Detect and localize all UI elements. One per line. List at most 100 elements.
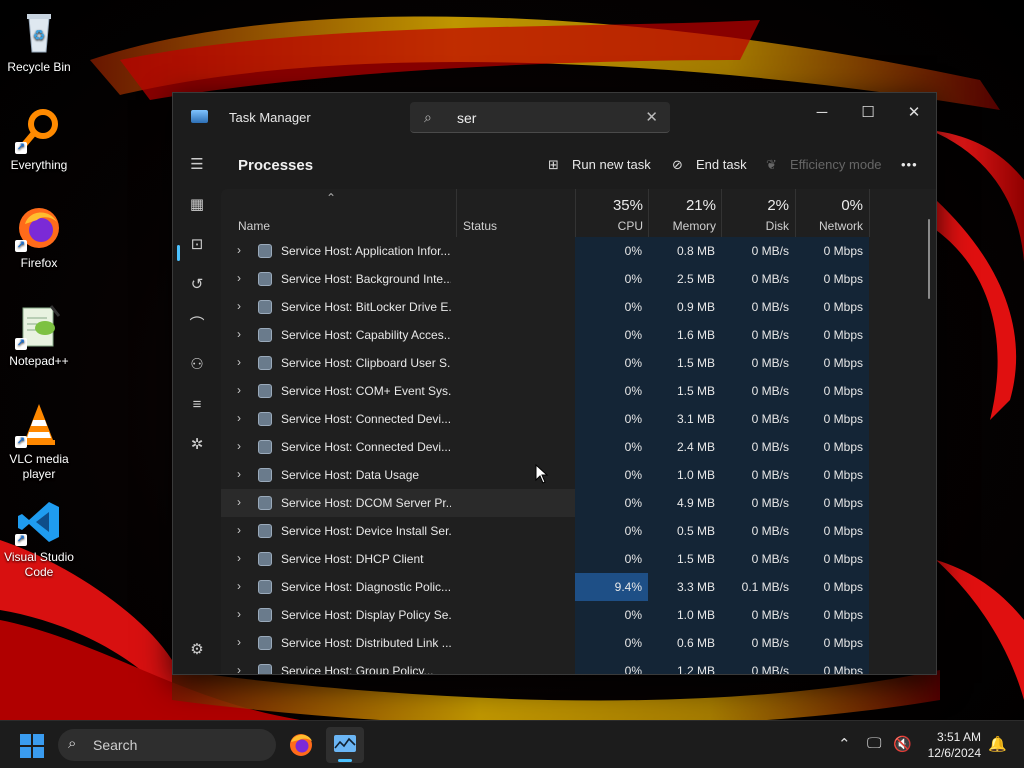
- hamburger-menu-icon[interactable]: ☰: [186, 154, 208, 176]
- processes-icon[interactable]: ▦: [186, 194, 208, 216]
- expand-chevron-icon[interactable]: ›: [237, 635, 241, 649]
- show-hidden-icons-chevron-icon[interactable]: ⌃: [838, 735, 851, 753]
- sort-ascending-icon: ⌃: [326, 191, 337, 205]
- expand-chevron-icon[interactable]: ›: [237, 467, 241, 481]
- startup-apps-icon[interactable]: ⌒: [186, 314, 208, 336]
- table-row[interactable]: › Service Host: Display Policy Se... 0% 1.0…: [221, 601, 869, 629]
- cpu-cell: 0%: [575, 545, 648, 573]
- table-row[interactable]: › Service Host: Distributed Link ... 0% 0.6…: [221, 629, 869, 657]
- firefox-icon: ↗: [15, 204, 63, 252]
- expand-chevron-icon[interactable]: ›: [237, 243, 241, 257]
- maximize-button[interactable]: ☐: [845, 99, 891, 129]
- more-options-button[interactable]: •••: [901, 157, 918, 172]
- table-row[interactable]: › Service Host: Background Inte... 0% 2.5 M…: [221, 265, 869, 293]
- expand-chevron-icon[interactable]: ›: [237, 607, 241, 621]
- table-row[interactable]: › Service Host: Connected Devi... 0% 2.4 MB…: [221, 433, 869, 461]
- memory-cell: 1.2 MB: [648, 657, 721, 674]
- disk-cell: 0 MB/s: [721, 489, 795, 517]
- network-cell: 0 Mbps: [795, 293, 869, 321]
- table-row[interactable]: › Service Host: Diagnostic Polic... 9.4% 3.…: [221, 573, 869, 601]
- taskbar-search[interactable]: ⌕ Search: [58, 729, 276, 761]
- vscode-icon: ↗: [15, 498, 63, 546]
- column-header-memory[interactable]: Memory: [648, 219, 716, 233]
- cpu-cell: 0%: [575, 293, 648, 321]
- desktop-icon-label: Notepad++: [9, 354, 69, 368]
- toolbar: Processes ⊞ Run new task ⊘ End task ❦ Effic…: [221, 141, 936, 189]
- taskbar-task-manager[interactable]: [326, 727, 364, 763]
- end-task-button[interactable]: ⊘ End task: [672, 157, 747, 173]
- column-divider: [456, 189, 457, 237]
- table-row[interactable]: › Service Host: DCOM Server Pr... 0% 4.9 MB…: [221, 489, 869, 517]
- details-icon[interactable]: ≡: [186, 394, 208, 416]
- network-icon[interactable]: 🖵: [867, 735, 881, 752]
- desktop-icon-notepad-plus-plus[interactable]: ↗ Notepad++: [4, 302, 74, 369]
- expand-chevron-icon[interactable]: ›: [237, 495, 241, 509]
- table-row[interactable]: › Service Host: DHCP Client 0% 1.5 MB 0 MB/s…: [221, 545, 869, 573]
- cpu-cell: 0%: [575, 629, 648, 657]
- table-row[interactable]: › Service Host: COM+ Event Sys... 0% 1.5 MB…: [221, 377, 869, 405]
- settings-gear-icon[interactable]: ⚙: [186, 639, 208, 661]
- table-row[interactable]: › Service Host: Group Policy... 0% 1.2 MB 0 …: [221, 657, 869, 674]
- network-cell: 0 Mbps: [795, 573, 869, 601]
- table-row[interactable]: › Service Host: Connected Devi... 0% 3.1 MB…: [221, 405, 869, 433]
- clear-search-icon[interactable]: ✕: [645, 108, 658, 126]
- expand-chevron-icon[interactable]: ›: [237, 355, 241, 369]
- users-icon[interactable]: ⚇: [186, 354, 208, 376]
- service-host-icon: [258, 272, 272, 286]
- memory-cell: 3.1 MB: [648, 405, 721, 433]
- table-row[interactable]: › Service Host: Device Install Ser... 0% 0.…: [221, 517, 869, 545]
- expand-chevron-icon[interactable]: ›: [237, 327, 241, 341]
- desktop-icon-recycle-bin[interactable]: ♻ Recycle Bin: [4, 8, 74, 75]
- desktop-icon-vscode[interactable]: ↗ Visual Studio Code: [4, 498, 74, 580]
- search-icon: ⌕: [424, 109, 432, 125]
- system-clock[interactable]: 3:51 AM 12/6/2024: [928, 729, 981, 761]
- desktop-icon-firefox[interactable]: ↗ Firefox: [4, 204, 74, 271]
- expand-chevron-icon[interactable]: ›: [237, 523, 241, 537]
- desktop-icon-everything[interactable]: ↗ Everything: [4, 106, 74, 173]
- table-row[interactable]: › Service Host: Capability Acces... 0% 1.6 …: [221, 321, 869, 349]
- column-header-status[interactable]: Status: [463, 219, 497, 233]
- title-bar[interactable]: Task Manager ⌕ ser ✕ ─ ☐ ✕: [173, 93, 936, 141]
- column-header-name[interactable]: Name: [238, 219, 270, 233]
- efficiency-mode-button[interactable]: ❦ Efficiency mode: [766, 157, 882, 173]
- expand-chevron-icon[interactable]: ›: [237, 383, 241, 397]
- process-list: ⌃ Name Status 35% CPU 21% Memory 2% Disk…: [221, 189, 936, 674]
- expand-chevron-icon[interactable]: ›: [237, 299, 241, 313]
- run-new-task-button[interactable]: ⊞ Run new task: [548, 157, 651, 173]
- expand-chevron-icon[interactable]: ›: [237, 551, 241, 565]
- memory-cell: 0.6 MB: [648, 629, 721, 657]
- vertical-scrollbar[interactable]: [928, 219, 930, 299]
- memory-cell: 1.5 MB: [648, 377, 721, 405]
- column-header-disk[interactable]: Disk: [721, 219, 789, 233]
- services-icon[interactable]: ✲: [186, 434, 208, 456]
- process-rows: › Service Host: Application Infor... 0% 0.8…: [221, 237, 936, 674]
- column-header-network[interactable]: Network: [795, 219, 863, 233]
- desktop-icon-vlc[interactable]: ↗ VLC media player: [4, 400, 74, 482]
- taskbar-firefox[interactable]: [282, 727, 320, 763]
- memory-cell: 2.4 MB: [648, 433, 721, 461]
- expand-chevron-icon[interactable]: ›: [237, 439, 241, 453]
- table-row[interactable]: › Service Host: Clipboard User S... 0% 1.5 …: [221, 349, 869, 377]
- start-button[interactable]: [20, 734, 44, 758]
- network-cell: 0 Mbps: [795, 601, 869, 629]
- search-input[interactable]: ser: [457, 110, 476, 126]
- search-box[interactable]: ⌕ ser ✕: [410, 102, 670, 133]
- expand-chevron-icon[interactable]: ›: [237, 663, 241, 674]
- disk-cell: 0 MB/s: [721, 545, 795, 573]
- expand-chevron-icon[interactable]: ›: [237, 411, 241, 425]
- performance-icon[interactable]: ⊡: [186, 234, 208, 256]
- table-row[interactable]: › Service Host: Application Infor... 0% 0.8…: [221, 237, 869, 265]
- volume-muted-icon[interactable]: 🔇: [893, 735, 912, 753]
- close-button[interactable]: ✕: [891, 99, 936, 129]
- expand-chevron-icon[interactable]: ›: [237, 271, 241, 285]
- table-row[interactable]: › Service Host: BitLocker Drive E... 0% 0.9…: [221, 293, 869, 321]
- notifications-bell-icon[interactable]: 🔔: [988, 735, 1007, 753]
- app-history-icon[interactable]: ↺: [186, 274, 208, 296]
- service-host-icon: [258, 328, 272, 342]
- column-header-cpu[interactable]: CPU: [575, 219, 643, 233]
- expand-chevron-icon[interactable]: ›: [237, 579, 241, 593]
- page-title: Processes: [238, 157, 314, 174]
- disk-cell: 0 MB/s: [721, 377, 795, 405]
- minimize-button[interactable]: ─: [799, 99, 845, 129]
- process-name: Service Host: Connected Devi...: [281, 412, 451, 426]
